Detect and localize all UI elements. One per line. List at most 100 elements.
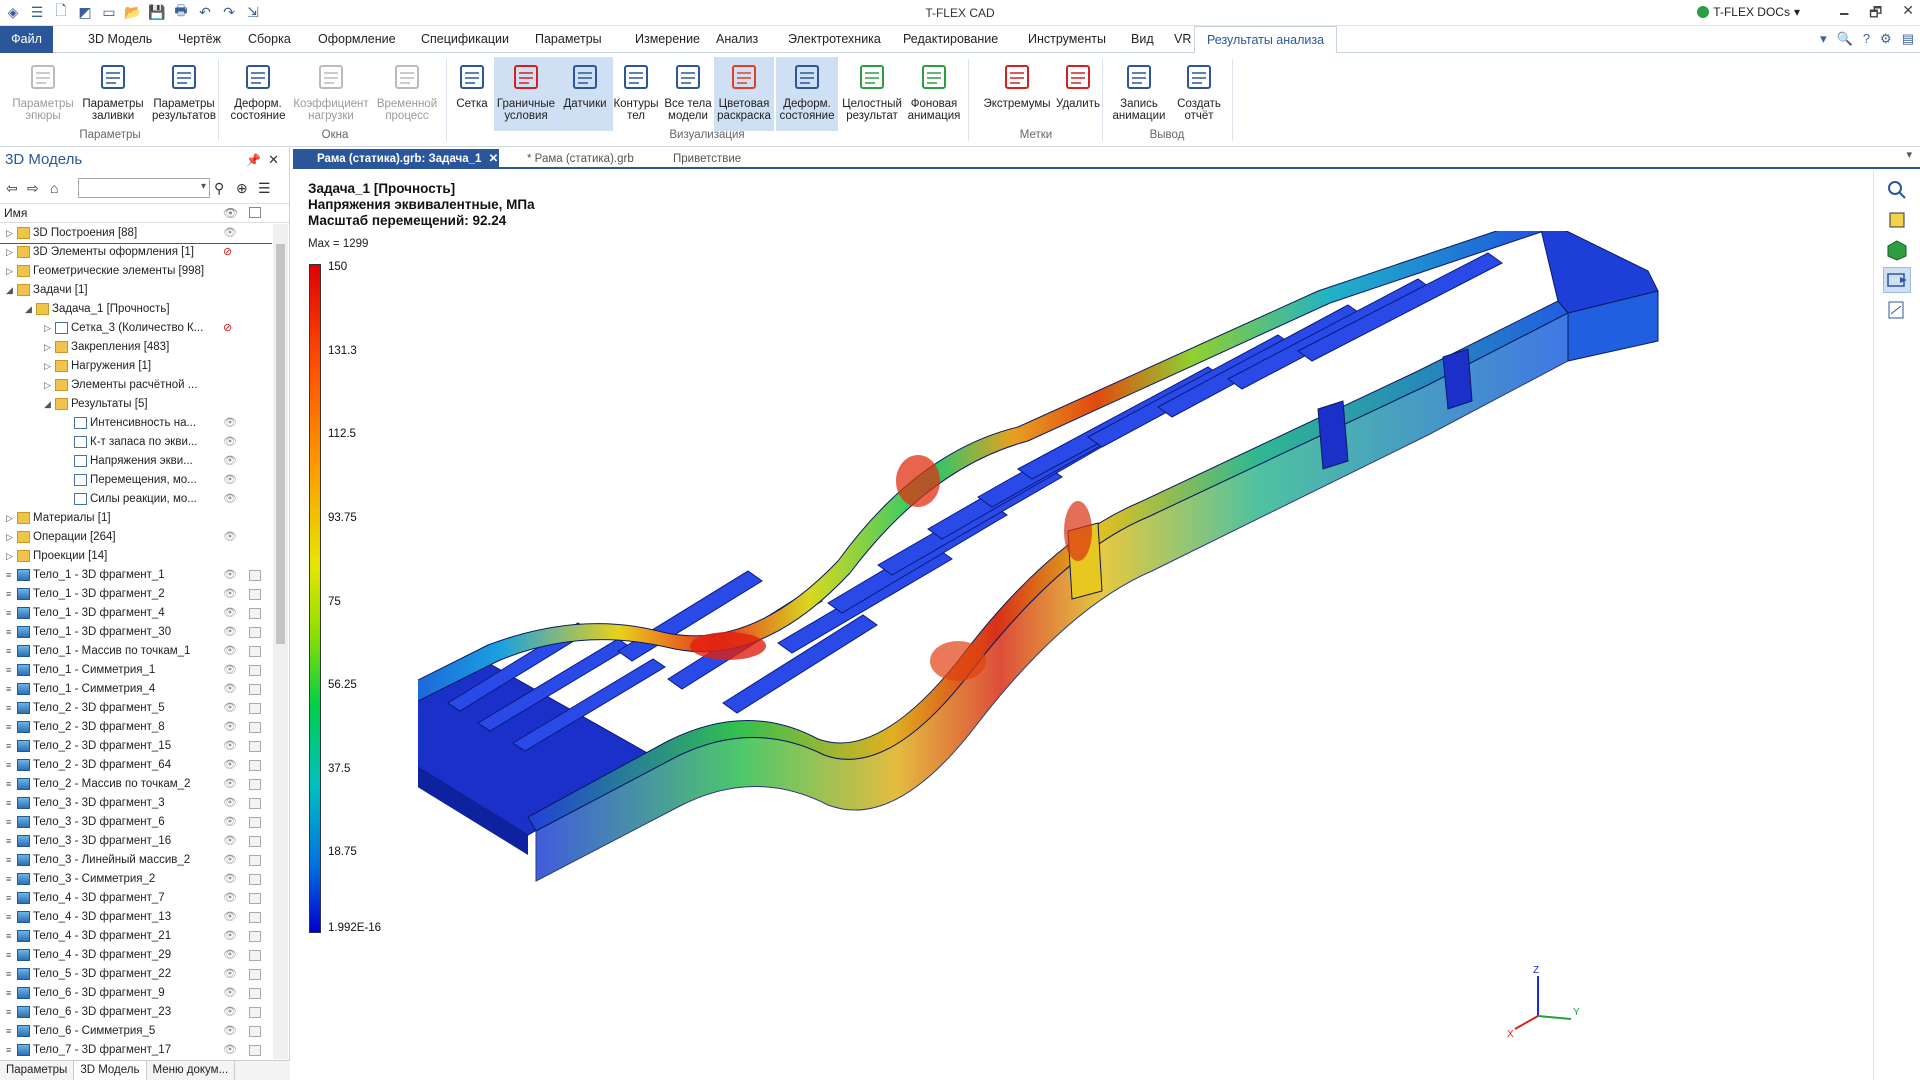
docs-switch[interactable]: T-FLEX DOCs ▾ [1697, 5, 1800, 19]
tree-item[interactable]: Интенсивность на... 👁 [0, 414, 272, 433]
tree-item[interactable]: ≡ Тело_1 - 3D фрагмент_30 👁 [0, 623, 272, 642]
tree-item[interactable]: ≡ Тело_4 - 3D фрагмент_7 👁 [0, 889, 272, 908]
eye-icon[interactable]: 👁 [223, 204, 238, 222]
drag-handle-icon[interactable]: ≡ [6, 1022, 11, 1041]
tree-item[interactable]: ≡ Тело_6 - 3D фрагмент_9 👁 [0, 984, 272, 1003]
ribbon-button-8[interactable]: Граничные условия [494, 57, 558, 131]
ribbon-button-12[interactable]: Цветовая раскраска [714, 57, 774, 131]
body-toggle-icon[interactable] [249, 931, 261, 942]
expand-toggle-icon[interactable]: ▷ [44, 376, 51, 395]
body-toggle-icon[interactable] [249, 874, 261, 885]
tree-item[interactable]: ≡ Тело_4 - 3D фрагмент_13 👁 [0, 908, 272, 927]
home-icon[interactable]: ⌂ [50, 180, 58, 196]
tab-4[interactable]: Оформление [306, 26, 408, 53]
drag-handle-icon[interactable]: ≡ [6, 927, 11, 946]
body-toggle-icon[interactable] [249, 817, 261, 828]
ribbon-button-7[interactable]: Сетка [450, 57, 494, 131]
ribbon-button-16[interactable]: Экстремумы [978, 57, 1056, 131]
ribbon-button-6[interactable]: Временной процесс [372, 57, 442, 131]
expand-toggle-icon[interactable]: ▷ [6, 528, 13, 547]
tree-item[interactable]: ≡ Тело_1 - 3D фрагмент_1 👁 [0, 566, 272, 585]
tree-item[interactable]: ▷ Нагружения [1] [0, 357, 272, 376]
expand-toggle-icon[interactable]: ▷ [44, 338, 51, 357]
tree-item[interactable]: К-т запаса по экви... 👁 [0, 433, 272, 452]
ribbon-button-13[interactable]: Деформ. состояние [776, 57, 838, 131]
forward-arrow-icon[interactable]: ⇨ [27, 180, 39, 197]
tree-item[interactable]: ≡ Тело_1 - Массив по точкам_1 👁 [0, 642, 272, 661]
pin-icon[interactable]: 📌 [246, 147, 261, 173]
tree-item[interactable]: ≡ Тело_1 - 3D фрагмент_4 👁 [0, 604, 272, 623]
body-toggle-icon[interactable] [249, 608, 261, 619]
drag-handle-icon[interactable]: ≡ [6, 889, 11, 908]
tree-item[interactable]: ≡ Тело_1 - Симметрия_4 👁 [0, 680, 272, 699]
expand-toggle-icon[interactable]: ▷ [6, 224, 13, 243]
eye-icon[interactable]: 👁 [223, 471, 237, 490]
eye-icon[interactable]: 👁 [223, 604, 237, 623]
tree-item[interactable]: ≡ Тело_2 - 3D фрагмент_8 👁 [0, 718, 272, 737]
ribbon-button-19[interactable]: Создать отчёт [1170, 57, 1228, 131]
body-toggle-icon[interactable] [249, 836, 261, 847]
drag-handle-icon[interactable]: ≡ [6, 623, 11, 642]
tree-item[interactable]: ▷ Геометрические элементы [998] [0, 262, 272, 281]
tab-6[interactable]: Параметры [523, 26, 614, 53]
close-tab-icon[interactable]: ✕ [485, 153, 499, 165]
eye-icon[interactable]: 👁 [223, 224, 237, 243]
tab-2[interactable]: Чертёж [166, 26, 233, 53]
tree-item[interactable]: ▷ Элементы расчётной ... [0, 376, 272, 395]
ribbon-button-3[interactable]: Параметры результатов [148, 57, 220, 131]
tree-item[interactable]: ▷ Сетка_3 (Количество К... ⊘ [0, 319, 272, 338]
tab-10[interactable]: Редактирование [891, 26, 1010, 53]
body-toggle-icon[interactable] [249, 570, 261, 581]
drag-handle-icon[interactable]: ≡ [6, 965, 11, 984]
eye-icon[interactable]: 👁 [223, 528, 237, 547]
search-input[interactable] [78, 178, 210, 198]
hidden-eye-icon[interactable]: ⊘ [223, 243, 232, 262]
ribbon-button-1[interactable]: Параметры эпюры [8, 57, 78, 131]
drag-handle-icon[interactable]: ≡ [6, 870, 11, 889]
tree-item[interactable]: ≡ Тело_3 - 3D фрагмент_16 👁 [0, 832, 272, 851]
eye-icon[interactable]: 👁 [223, 794, 237, 813]
expand-toggle-icon[interactable]: ▷ [6, 243, 13, 262]
ribbon-button-5[interactable]: Коэффициент нагрузки [290, 57, 372, 131]
ribbon-button-10[interactable]: Контуры тел [610, 57, 662, 131]
cube-view-icon[interactable] [1883, 237, 1911, 263]
tree-item[interactable]: ◢ Результаты [5] [0, 395, 272, 414]
results-view-icon[interactable] [1883, 267, 1911, 293]
ribbon-button-14[interactable]: Целостный результат [837, 57, 907, 131]
tree-item[interactable]: Перемещения, мо... 👁 [0, 471, 272, 490]
body-toggle-icon[interactable] [249, 1026, 261, 1037]
body-toggle-icon[interactable] [249, 722, 261, 733]
tree-item[interactable]: ▷ Проекции [14] [0, 547, 272, 566]
body-toggle-icon[interactable] [249, 665, 261, 676]
expand-toggle-icon[interactable]: ◢ [44, 395, 51, 414]
ribbon-button-18[interactable]: Запись анимации [1108, 57, 1170, 131]
eye-icon[interactable]: 👁 [223, 946, 237, 965]
expand-toggle-icon[interactable]: ▷ [6, 262, 13, 281]
drag-handle-icon[interactable]: ≡ [6, 680, 11, 699]
drag-handle-icon[interactable]: ≡ [6, 794, 11, 813]
cube-icon[interactable] [249, 207, 261, 218]
document-tab-2[interactable]: * Рама (статика).grb [503, 149, 643, 169]
panel-tab-3[interactable]: Меню докум... [147, 1061, 236, 1080]
eye-icon[interactable]: 👁 [223, 1041, 237, 1059]
tab-14[interactable]: Результаты анализа [1194, 26, 1338, 54]
tree-item[interactable]: ≡ Тело_2 - 3D фрагмент_15 👁 [0, 737, 272, 756]
body-toggle-icon[interactable] [249, 950, 261, 961]
eye-icon[interactable]: 👁 [223, 642, 237, 661]
body-toggle-icon[interactable] [249, 798, 261, 809]
eye-icon[interactable]: 👁 [223, 452, 237, 471]
eye-icon[interactable]: 👁 [223, 851, 237, 870]
eye-icon[interactable]: 👁 [223, 813, 237, 832]
tree-item[interactable]: ≡ Тело_2 - Массив по точкам_2 👁 [0, 775, 272, 794]
gear-icon[interactable]: ⚙ [1880, 31, 1892, 47]
tab-1[interactable]: 3D Модель [76, 26, 164, 53]
drag-handle-icon[interactable]: ≡ [6, 756, 11, 775]
body-toggle-icon[interactable] [249, 855, 261, 866]
hidden-eye-icon[interactable]: ⊘ [223, 319, 232, 338]
drag-handle-icon[interactable]: ≡ [6, 984, 11, 1003]
tree-item[interactable]: ≡ Тело_4 - 3D фрагмент_21 👁 [0, 927, 272, 946]
expand-toggle-icon[interactable]: ▷ [44, 319, 51, 338]
eye-icon[interactable]: 👁 [223, 1022, 237, 1041]
ribbon-button-9[interactable]: Датчики [557, 57, 613, 131]
eye-icon[interactable]: 👁 [223, 832, 237, 851]
